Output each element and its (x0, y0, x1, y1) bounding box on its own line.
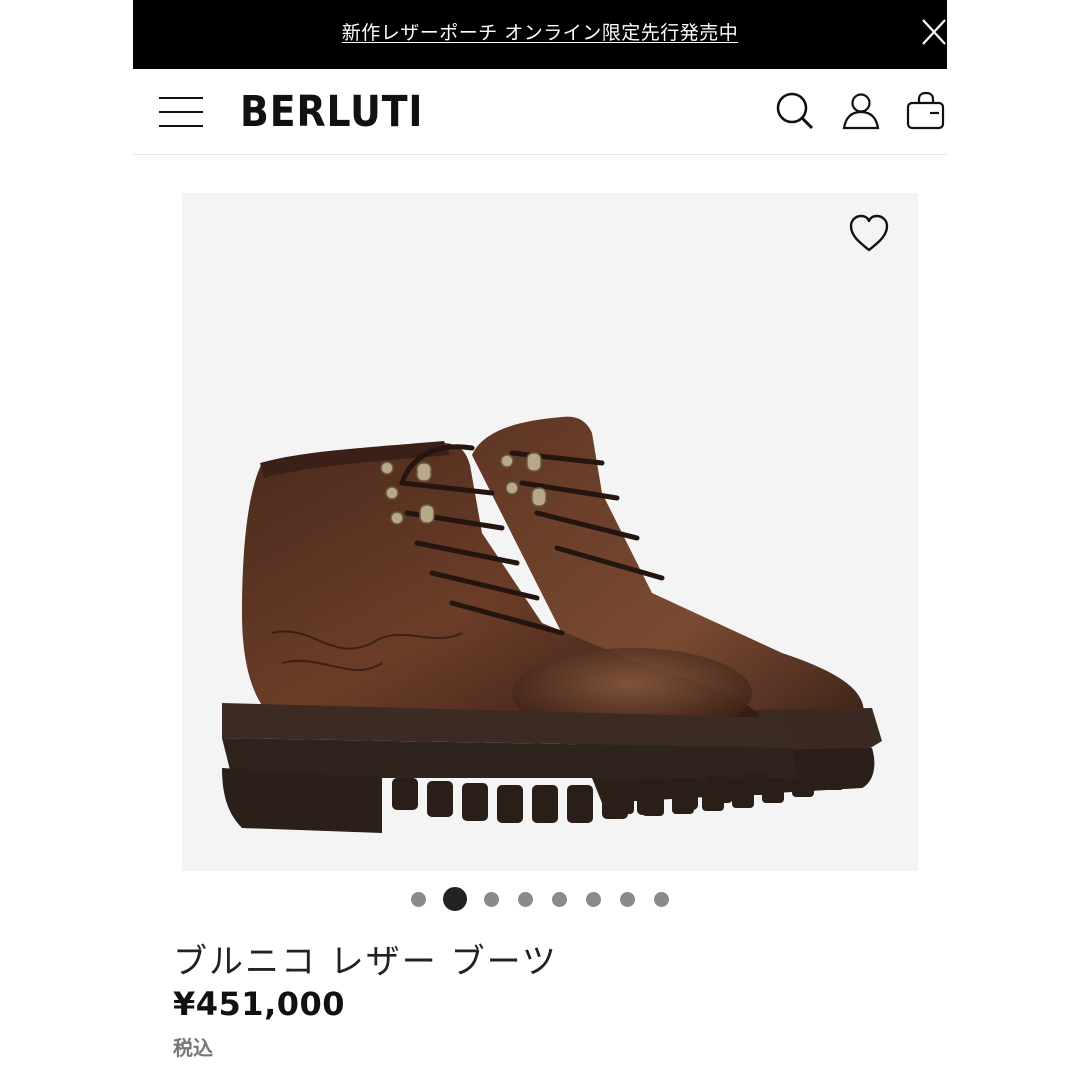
user-icon[interactable] (841, 91, 881, 131)
search-icon[interactable] (775, 91, 815, 131)
carousel-dot[interactable] (483, 891, 499, 907)
product-price: ¥451,000 (173, 985, 346, 1023)
carousel-dot[interactable] (552, 891, 568, 907)
heart-icon[interactable] (848, 213, 890, 253)
carousel-dots (133, 887, 947, 915)
boot-image (222, 416, 882, 833)
carousel-dot[interactable] (517, 891, 533, 907)
carousel-dot[interactable] (620, 891, 636, 907)
tax-note: 税込 (173, 1036, 213, 1060)
brand-logo[interactable]: BERLUTI (240, 87, 423, 137)
promo-banner: 新作レザーポーチ オンライン限定先行発売中 (133, 0, 947, 69)
hamburger-menu-icon[interactable] (159, 95, 203, 129)
product-title: ブルニコ レザー ブーツ (173, 942, 558, 982)
carousel-dot-active[interactable] (442, 887, 467, 911)
carousel-dot[interactable] (586, 891, 602, 907)
product-image[interactable] (182, 193, 918, 871)
carousel-dot[interactable] (654, 891, 670, 907)
screen: 新作レザーポーチ オンライン限定先行発売中 BERLUTI ブルニコ レザー ブ… (0, 0, 1080, 1080)
product-page: 新作レザーポーチ オンライン限定先行発売中 BERLUTI ブルニコ レザー ブ… (133, 0, 947, 1080)
promo-link[interactable]: 新作レザーポーチ オンライン限定先行発売中 (133, 18, 947, 45)
carousel-dot[interactable] (410, 891, 426, 907)
site-header: BERLUTI (133, 69, 947, 155)
shopping-bag-icon[interactable] (906, 91, 946, 131)
close-icon[interactable] (921, 17, 947, 47)
